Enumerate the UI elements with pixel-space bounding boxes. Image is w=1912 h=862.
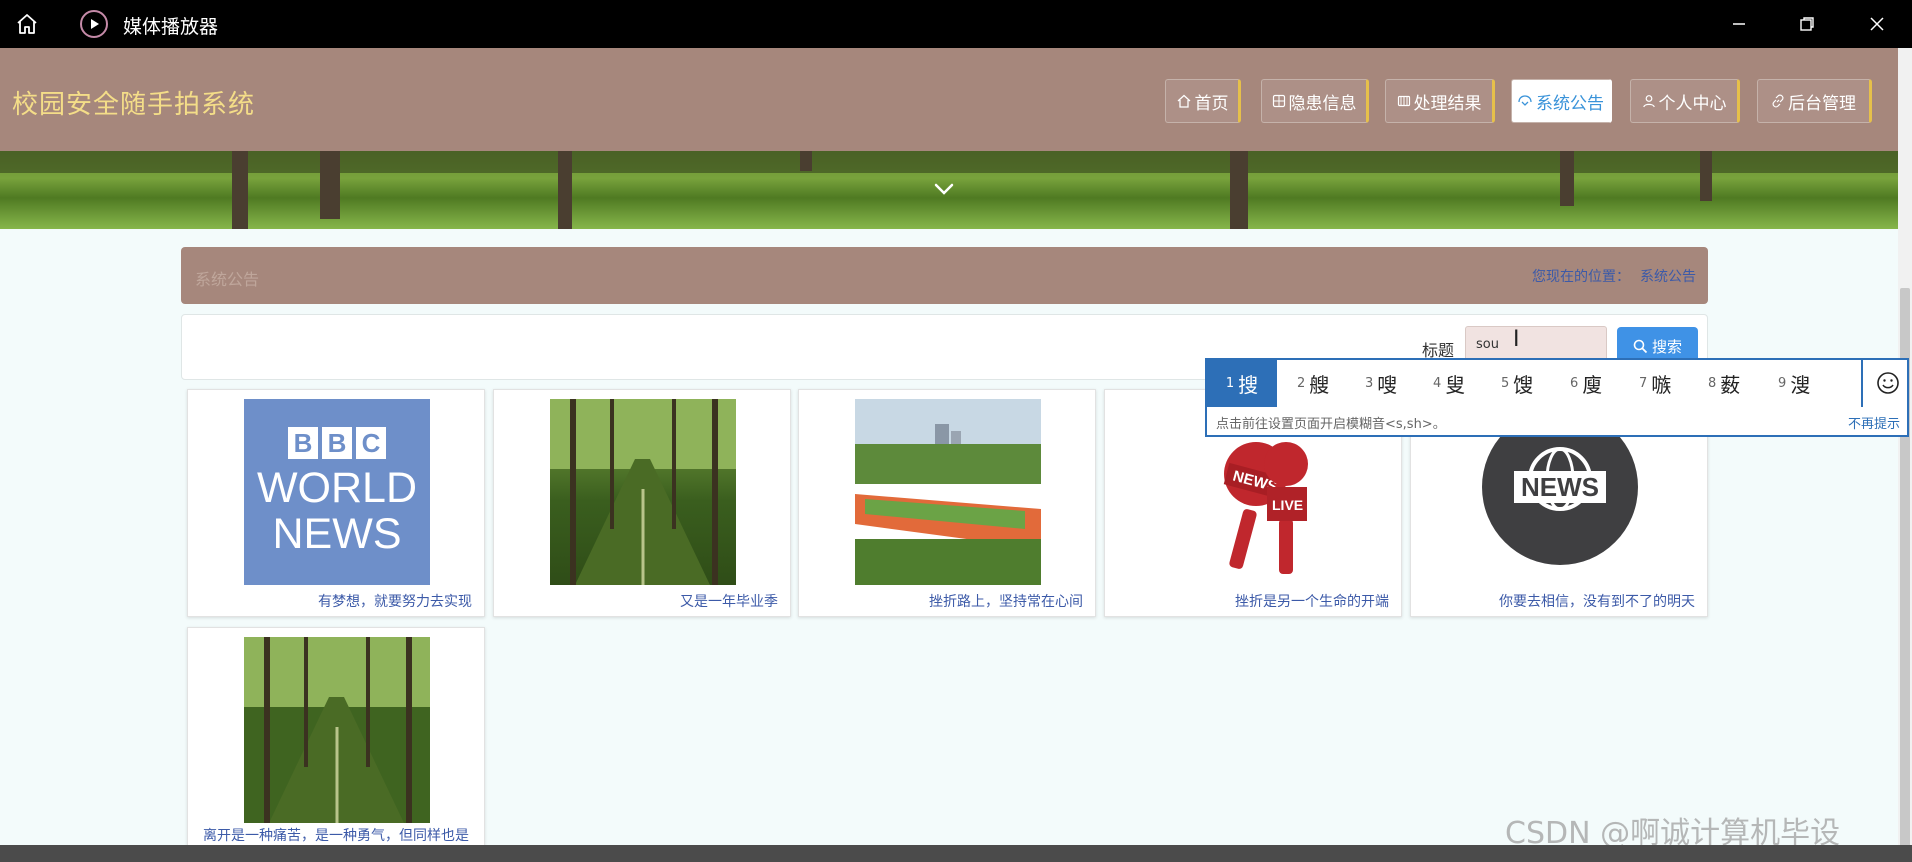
nav-announcements-label: 系统公告: [1536, 93, 1604, 114]
site-title[interactable]: 校园安全随手拍系统: [12, 84, 255, 121]
news-badge-text: NEWS: [1521, 472, 1599, 502]
nav-home[interactable]: 首页: [1165, 79, 1241, 123]
play-icon: [80, 10, 108, 38]
ime-tip[interactable]: 点击前往设置页面开启模糊音<s,sh>。: [1216, 413, 1446, 432]
ime-candidate-number: 4: [1433, 376, 1442, 391]
ime-candidate-char: 嗖: [1377, 373, 1398, 397]
home-icon: [1177, 94, 1190, 108]
ime-candidate[interactable]: 6廋: [1570, 360, 1602, 407]
text-cursor-icon: I: [1513, 327, 1520, 352]
bbc-letter: C: [356, 427, 386, 459]
bbc-letter: B: [288, 427, 318, 459]
ime-candidate-number: 1: [1225, 376, 1235, 391]
nav-results[interactable]: 处理结果: [1385, 79, 1495, 123]
announcement-card[interactable]: 挫折路上，坚持常在心间: [798, 389, 1096, 617]
ime-candidate[interactable]: 5馊: [1501, 360, 1533, 407]
restore-icon[interactable]: [1793, 10, 1821, 38]
ime-candidate-panel: 1搜 2艘 3嗖 4叟 5馊 6廋 7嗾 8薮 9溲 点击前往设置页面开启模糊音…: [1205, 358, 1909, 437]
hero-banner: [0, 151, 1898, 229]
announcement-card[interactable]: 又是一年毕业季: [493, 389, 791, 617]
ime-candidate-char: 廋: [1582, 373, 1603, 397]
ime-candidate-number: 8: [1708, 376, 1717, 391]
ime-candidate-char: 嗾: [1651, 373, 1672, 397]
card-image-tree-path: [244, 637, 430, 823]
player-title-bar: 媒体播放器: [0, 0, 1912, 48]
nav-home-label: 首页: [1194, 93, 1229, 114]
card-caption[interactable]: 有梦想，就要努力去实现: [318, 591, 472, 611]
grid-icon: [1272, 94, 1285, 108]
mic-live-label: LIVE: [1272, 497, 1303, 513]
search-icon: [1633, 339, 1648, 353]
ime-candidate-number: 3: [1365, 376, 1374, 391]
ime-candidate-number: 9: [1778, 376, 1787, 391]
breadcrumb-label: 您现在的位置：: [1532, 269, 1630, 285]
ime-candidate[interactable]: 3嗖: [1365, 360, 1397, 407]
ime-candidate[interactable]: 8薮: [1708, 360, 1740, 407]
bbc-world-text: WORLD: [256, 464, 418, 512]
site-header: 校园安全随手拍系统 首页 隐患信息 处理结果 系统公告 个人中心 后台管理: [0, 48, 1898, 151]
announcement-icon: [1518, 95, 1532, 106]
close-icon[interactable]: [1863, 10, 1891, 38]
minimize-icon[interactable]: [1725, 10, 1753, 38]
ime-candidate-number: 2: [1297, 376, 1306, 391]
ime-candidate-char: 叟: [1445, 373, 1466, 397]
nav-results-label: 处理结果: [1413, 93, 1482, 114]
ime-separator: [1861, 360, 1863, 407]
nav-announcements[interactable]: 系统公告: [1511, 79, 1612, 123]
breadcrumb: 您现在的位置： 系统公告: [1522, 266, 1696, 286]
ime-candidate-number: 5: [1501, 376, 1510, 391]
nav-admin[interactable]: 后台管理: [1757, 79, 1872, 123]
ime-candidate[interactable]: 7嗾: [1639, 360, 1671, 407]
user-icon: [1642, 95, 1655, 108]
player-bottom-strip: [0, 845, 1912, 862]
ime-candidate[interactable]: 2艘: [1297, 360, 1329, 407]
ime-candidate[interactable]: 1搜: [1207, 360, 1277, 407]
ime-candidate[interactable]: 4叟: [1433, 360, 1465, 407]
list-icon: [1397, 95, 1410, 107]
card-image-tree-path: [550, 399, 736, 585]
ime-dismiss-link[interactable]: 不再提示: [1848, 413, 1900, 432]
breadcrumb-current[interactable]: 系统公告: [1640, 269, 1696, 285]
bbc-letter: B: [322, 427, 352, 459]
page-scrollbar[interactable]: [1898, 48, 1912, 848]
chevron-down-icon[interactable]: [932, 177, 956, 201]
ime-candidate-number: 7: [1639, 376, 1648, 391]
home-icon[interactable]: [13, 10, 41, 38]
link-icon: [1772, 94, 1784, 108]
nav-user-center[interactable]: 个人中心: [1630, 79, 1740, 123]
nav-user-center-label: 个人中心: [1658, 93, 1727, 114]
card-caption[interactable]: 你要去相信，没有到不了的明天: [1499, 591, 1695, 611]
announcement-card[interactable]: 离开是一种痛苦，是一种勇气，但同样也是一个考验，是一个新的开端: [187, 627, 485, 862]
card-image-bbc: B B C WORLD NEWS: [244, 399, 430, 585]
announcement-card[interactable]: B B C WORLD NEWS 有梦想，就要努力去实现: [187, 389, 485, 617]
ime-candidate-number: 6: [1570, 376, 1579, 391]
search-button-label: 搜索: [1651, 337, 1682, 356]
section-title: 系统公告: [195, 270, 260, 289]
card-image-sports-field: [855, 399, 1041, 585]
breadcrumb-bar: 系统公告 您现在的位置： 系统公告: [181, 247, 1708, 304]
bbc-news-text: NEWS: [272, 510, 402, 558]
player-title: 媒体播放器: [123, 16, 219, 38]
ime-candidate-char: 搜: [1238, 373, 1259, 397]
ime-candidate[interactable]: 9溲: [1778, 360, 1810, 407]
ime-candidate-char: 薮: [1720, 373, 1741, 397]
card-caption[interactable]: 又是一年毕业季: [680, 591, 778, 611]
ime-candidate-char: 馊: [1513, 373, 1534, 397]
ime-candidate-row: 1搜 2艘 3嗖 4叟 5馊 6廋 7嗾 8薮 9溲: [1207, 360, 1907, 407]
ime-candidate-char: 艘: [1309, 373, 1330, 397]
card-caption[interactable]: 挫折是另一个生命的开端: [1235, 591, 1389, 611]
nav-hazard-info-label: 隐患信息: [1288, 93, 1357, 114]
search-input[interactable]: [1465, 326, 1607, 362]
emoji-icon[interactable]: [1875, 370, 1901, 396]
nav-hazard-info[interactable]: 隐患信息: [1261, 79, 1369, 123]
nav-admin-label: 后台管理: [1788, 93, 1856, 114]
ime-candidate-char: 溲: [1790, 373, 1811, 397]
card-caption[interactable]: 挫折路上，坚持常在心间: [929, 591, 1083, 611]
